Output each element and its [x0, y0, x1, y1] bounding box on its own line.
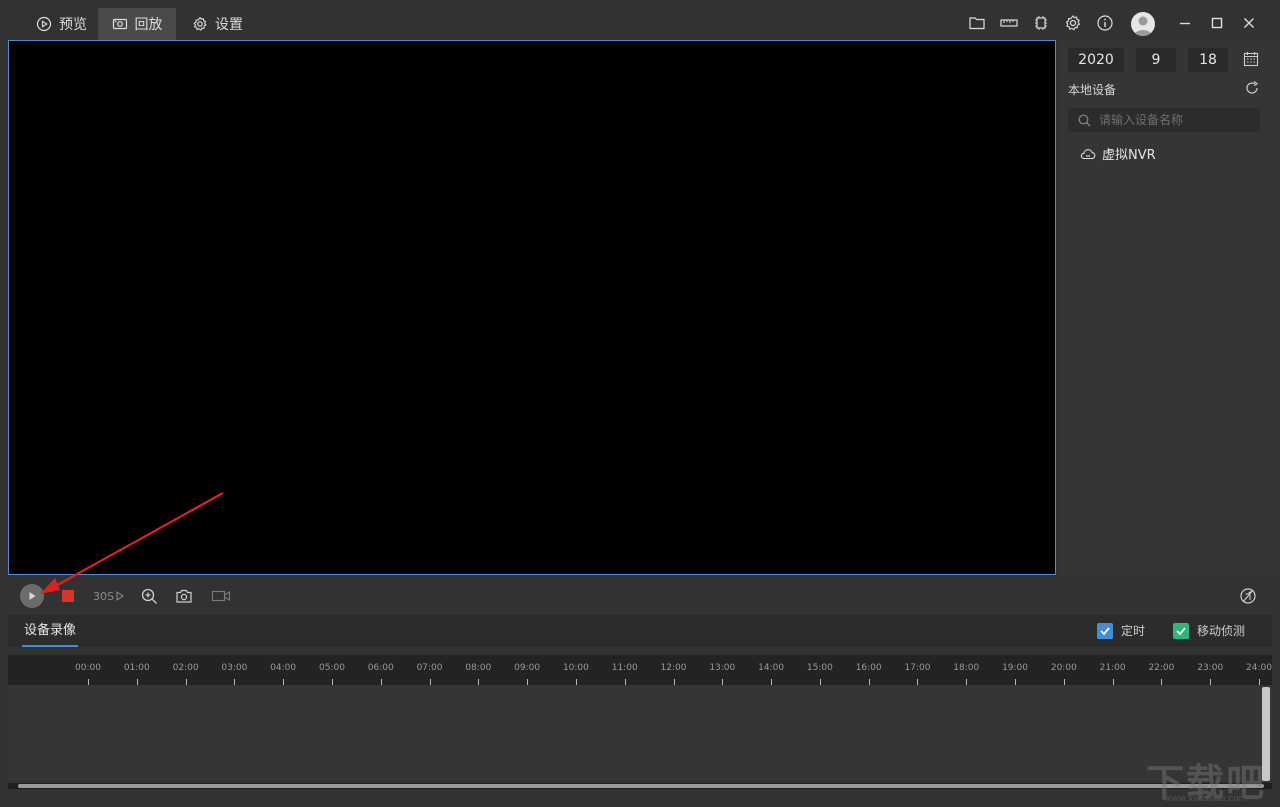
- filter-scheduled[interactable]: 定时: [1097, 622, 1145, 639]
- video-player[interactable]: [8, 40, 1056, 575]
- no-sound-icon[interactable]: [1237, 584, 1259, 608]
- play-button[interactable]: [20, 584, 44, 608]
- skip-arrow-icon: [116, 591, 124, 601]
- device-panel: 2020 9 18 本地设备 虚拟NVR: [1060, 40, 1280, 575]
- timeline-hour-label: 08:00: [465, 663, 492, 673]
- title-bar: 预览 回放 设置: [0, 0, 1280, 40]
- timeline-hour-label: 13:00: [709, 663, 736, 673]
- year-field[interactable]: 2020: [1068, 48, 1124, 72]
- tab-settings-label: 设置: [215, 17, 243, 33]
- gear-icon: [193, 16, 207, 31]
- tab-playback[interactable]: 回放: [98, 8, 176, 40]
- chip-icon[interactable]: [1031, 13, 1051, 33]
- month-field[interactable]: 9: [1136, 48, 1176, 72]
- timeline-ruler[interactable]: 00:00 01:00 02:00 03:00 04:00 05:00 06:00 07:00…: [8, 655, 1272, 685]
- tab-device-recording[interactable]: 设备录像: [22, 615, 79, 647]
- timeline-hour-label: 10:00: [562, 663, 589, 673]
- timeline-hour-label: 24:00: [1246, 663, 1272, 673]
- nvr-cloud-icon: [1080, 148, 1096, 159]
- timeline-hour-label: 18:00: [953, 663, 980, 673]
- timeline-hour-label: 23:00: [1197, 663, 1224, 673]
- minimize-icon[interactable]: [1175, 13, 1195, 33]
- timeline-hour-label: 16:00: [855, 663, 882, 673]
- play-circle-icon: [36, 16, 52, 32]
- maximize-icon[interactable]: [1207, 13, 1227, 33]
- timeline-hour-label: 04:00: [270, 663, 297, 673]
- timeline-hour-label: 03:00: [221, 663, 248, 673]
- device-label: 虚拟NVR: [1102, 148, 1156, 163]
- timeline-hour-label: 02:00: [172, 663, 199, 673]
- motion-label: 移动侦测: [1197, 624, 1246, 638]
- timeline-hour-label: 00:00: [75, 663, 101, 673]
- timeline-hour-label: 15:00: [806, 663, 833, 673]
- motion-checkbox[interactable]: [1173, 622, 1189, 639]
- calendar-icon[interactable]: [1243, 51, 1259, 71]
- refresh-icon[interactable]: [1244, 80, 1260, 100]
- recording-track[interactable]: [8, 685, 1272, 781]
- gear-icon[interactable]: [1063, 13, 1083, 33]
- timeline-hour-label: 21:00: [1099, 663, 1126, 673]
- recording-tabs: 设备录像 定时 移动侦测: [8, 615, 1272, 647]
- playback-controls: 30S: [0, 578, 1280, 614]
- timeline-hour-label: 06:00: [367, 663, 394, 673]
- skip-30s-button[interactable]: 30S: [93, 584, 124, 608]
- timeline-hour-label: 07:00: [416, 663, 443, 673]
- ruler-icon[interactable]: [999, 13, 1019, 33]
- timeline-hour-label: 14:00: [758, 663, 785, 673]
- device-search: [1068, 108, 1260, 132]
- scheduled-label: 定时: [1121, 624, 1146, 638]
- horizontal-scrollbar-thumb[interactable]: [18, 784, 1264, 788]
- snapshot-icon[interactable]: [174, 584, 194, 608]
- zoom-in-icon[interactable]: [139, 584, 159, 608]
- device-item[interactable]: 虚拟NVR: [1080, 144, 1156, 163]
- timeline-hour-label: 09:00: [514, 663, 541, 673]
- day-field[interactable]: 18: [1188, 48, 1228, 72]
- device-search-input[interactable]: [1099, 113, 1249, 127]
- local-devices-title: 本地设备: [1068, 83, 1117, 97]
- close-icon[interactable]: [1239, 13, 1259, 33]
- timeline-hour-label: 11:00: [611, 663, 638, 673]
- tab-preview[interactable]: 预览: [22, 8, 101, 40]
- search-icon: [1078, 114, 1091, 126]
- speed-label: 30S: [93, 589, 114, 603]
- record-video-icon[interactable]: [210, 584, 232, 608]
- timeline-hour-label: 22:00: [1148, 663, 1175, 673]
- scheduled-checkbox[interactable]: [1097, 622, 1113, 639]
- timeline-hour-label: 12:00: [660, 663, 687, 673]
- timeline-hour-label: 01:00: [123, 663, 150, 673]
- tab-playback-label: 回放: [134, 17, 163, 33]
- timeline-hour-label: 17:00: [904, 663, 931, 673]
- horizontal-scrollbar[interactable]: [8, 783, 1272, 789]
- stop-button[interactable]: [62, 590, 74, 602]
- timeline-hour-label: 19:00: [1002, 663, 1028, 673]
- avatar[interactable]: [1131, 12, 1155, 36]
- play-icon: [29, 592, 36, 600]
- filter-motion[interactable]: 移动侦测: [1173, 622, 1245, 639]
- watermark-logo: 下载吧 www.xiazaiba.com: [1146, 752, 1274, 805]
- tab-preview-label: 预览: [59, 17, 87, 33]
- watermark-url: www.xiazaiba.com: [1164, 794, 1248, 804]
- timeline-hour-label: 20:00: [1050, 663, 1077, 673]
- info-icon[interactable]: [1095, 13, 1115, 33]
- folder-icon[interactable]: [967, 13, 987, 33]
- timeline-hour-label: 05:00: [318, 663, 345, 673]
- camera-replay-icon: [112, 18, 127, 30]
- tab-settings[interactable]: 设置: [178, 8, 257, 40]
